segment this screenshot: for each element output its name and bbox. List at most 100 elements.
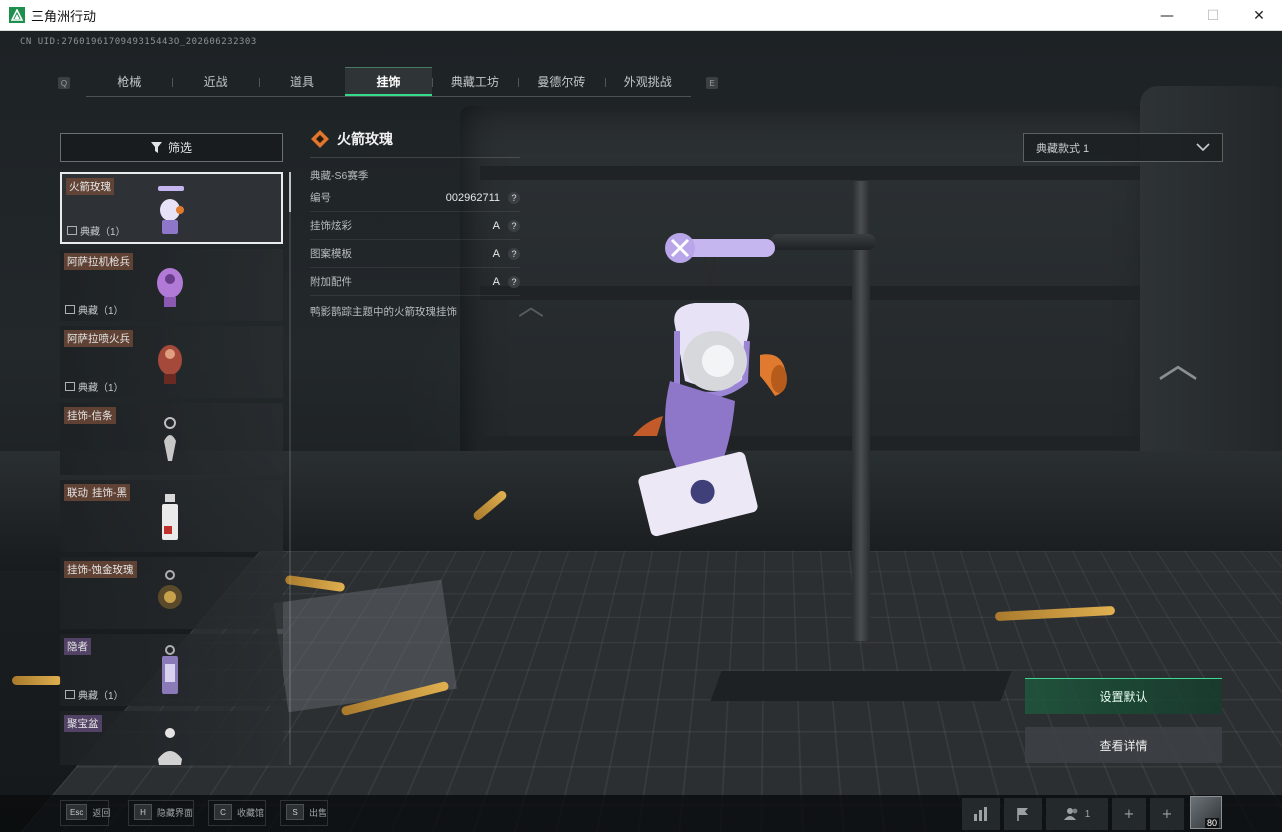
view-details-button[interactable]: 查看详情 (1025, 727, 1222, 763)
item-meta: 典藏（1） (78, 383, 124, 394)
charm-list: 火箭玫瑰 典藏（1） 阿萨拉机枪兵 典藏（1） 阿萨拉喷火兵 典藏（1） 挂饰-… (60, 172, 284, 765)
item-name-tag: 联动 挂饰-黑 (64, 484, 130, 501)
friends-icon (1063, 808, 1078, 820)
detail-row-serial: 编号 002962711 ? (310, 184, 520, 212)
item-thumbnail (158, 570, 182, 609)
help-icon[interactable]: ? (508, 219, 520, 232)
bar-chart-icon (974, 807, 987, 821)
hint-hide-ui[interactable]: H 隐藏界面 (134, 804, 193, 820)
bullet-decoration (12, 676, 62, 685)
list-item[interactable]: 阿萨拉喷火兵 典藏（1） (60, 326, 283, 398)
tab-appearance-challenge[interactable]: 外观挑战 (604, 67, 691, 96)
item-name: 挂饰-黑 (92, 487, 127, 499)
list-item[interactable]: 挂饰-蚀金玫瑰 (60, 557, 283, 629)
item-thumbnail (158, 186, 184, 234)
tab-melee[interactable]: 近战 (172, 67, 258, 96)
filter-button[interactable]: 筛选 (60, 133, 283, 162)
hint-back[interactable]: Esc 返回 (66, 804, 110, 820)
help-icon[interactable]: ? (508, 247, 520, 260)
tab-charms[interactable]: 挂饰 (345, 67, 432, 96)
list-item[interactable]: 挂饰-信条 (60, 403, 283, 475)
tab-items[interactable]: 道具 (258, 67, 345, 96)
item-name-tag: 隐者 (64, 638, 91, 655)
item-thumbnail (157, 268, 183, 307)
list-item[interactable]: 联动 挂饰-黑 (60, 480, 283, 552)
set-default-button[interactable]: 设置默认 (1025, 678, 1222, 714)
uid-label: CN UID:2760196170949315443O_202606232303 (20, 37, 257, 47)
key-c: C (214, 804, 232, 820)
item-thumbnail (158, 345, 182, 384)
charm-detail-panel: 火箭玫瑰 典藏-S6赛季 编号 002962711 ? 挂饰炫彩 A ? 图案模… (310, 128, 520, 319)
stand-pole (852, 181, 870, 641)
close-button[interactable]: ✕ (1236, 0, 1282, 31)
collection-style-select[interactable]: 典藏款式 1 (1023, 133, 1223, 162)
flag-icon (1017, 807, 1028, 821)
bottom-bar: Esc 返回 H 隐藏界面 C 收藏馆 S 出售 1 + + 80 (0, 795, 1282, 832)
item-prefix: 联动 (67, 487, 88, 499)
window-title: 三角洲行动 (31, 8, 97, 24)
hint-sell[interactable]: S 出售 (286, 804, 327, 820)
season-label: 典藏-S6赛季 (310, 170, 369, 182)
tab-mandel-brick[interactable]: 曼德尔砖 (518, 67, 604, 96)
item-thumbnail (164, 417, 176, 461)
tab-guns[interactable]: 枪械 (86, 67, 172, 96)
list-item[interactable]: 阿萨拉机枪兵 典藏（1） (60, 249, 283, 321)
minimize-button[interactable]: — (1144, 0, 1190, 31)
next-tab-key-hint[interactable]: E (706, 77, 718, 89)
row-label: 图案模板 (310, 248, 352, 260)
hint-label: 隐藏界面 (157, 807, 194, 818)
list-scrollbar-thumb[interactable] (289, 172, 291, 212)
key-s: S (286, 804, 304, 820)
stats-button[interactable] (962, 798, 1000, 830)
charm-description: 鸭影鹊踪主题中的火箭玫瑰挂饰 (310, 306, 457, 318)
item-thumbnail (158, 728, 182, 765)
detail-title: 火箭玫瑰 (337, 131, 393, 147)
row-value: A (492, 247, 500, 260)
list-item[interactable]: 聚宝盆 (60, 711, 283, 765)
divider (310, 157, 520, 158)
stand-base (710, 671, 1012, 701)
help-icon[interactable]: ? (508, 191, 520, 204)
detail-row-pattern: 图案模板 A ? (310, 240, 520, 268)
item-name-tag: 阿萨拉机枪兵 (64, 253, 133, 270)
add-button[interactable]: + (1150, 798, 1184, 830)
friends-button[interactable]: 1 (1046, 798, 1108, 830)
flag-button[interactable] (1004, 798, 1042, 830)
list-scrollbar-track[interactable] (289, 172, 291, 765)
list-item[interactable]: 火箭玫瑰 典藏（1） (60, 172, 283, 244)
filter-icon (150, 142, 162, 153)
row-value: 002962711 (445, 191, 500, 204)
rarity-diamond-icon (311, 130, 329, 148)
friends-count: 1 (1084, 808, 1091, 820)
filter-label: 筛选 (167, 141, 192, 155)
item-name-tag: 聚宝盆 (64, 715, 102, 732)
key-esc: Esc (66, 804, 88, 820)
collection-icon (67, 226, 77, 235)
add-button[interactable]: + (1112, 798, 1146, 830)
charm-model (633, 233, 787, 537)
row-value: A (492, 275, 500, 288)
item-name-tag: 火箭玫瑰 (66, 178, 114, 195)
list-item[interactable]: 隐者 典藏（1） (60, 634, 283, 706)
style-select-value: 典藏款式 1 (1036, 142, 1090, 155)
category-tab-bar: Q 枪械 近战 道具 挂饰 典藏工坊 曼德尔砖 外观挑战 E (58, 67, 718, 97)
row-label: 编号 (310, 192, 331, 204)
hint-collection-hall[interactable]: C 收藏馆 (214, 804, 264, 820)
hint-label: 出售 (309, 807, 328, 818)
help-icon[interactable]: ? (508, 275, 520, 288)
tab-collection-workshop[interactable]: 典藏工坊 (431, 67, 518, 96)
collection-icon (65, 690, 75, 699)
item-thumbnail (162, 645, 178, 694)
item-thumbnail (162, 494, 178, 540)
item-meta: 典藏（1） (78, 306, 124, 317)
item-name-tag: 挂饰-蚀金玫瑰 (64, 561, 137, 578)
avatar[interactable]: 80 (1190, 796, 1222, 829)
detail-row-color: 挂饰炫彩 A ? (310, 212, 520, 240)
row-value: A (492, 219, 500, 232)
prev-tab-key-hint[interactable]: Q (58, 77, 70, 89)
chevron-up-icon: ︿ (518, 292, 545, 322)
maximize-button[interactable]: ☐ (1190, 0, 1236, 31)
chevron-down-icon (1196, 143, 1210, 152)
collection-icon (65, 382, 75, 391)
item-meta: 典藏（1） (78, 691, 124, 702)
